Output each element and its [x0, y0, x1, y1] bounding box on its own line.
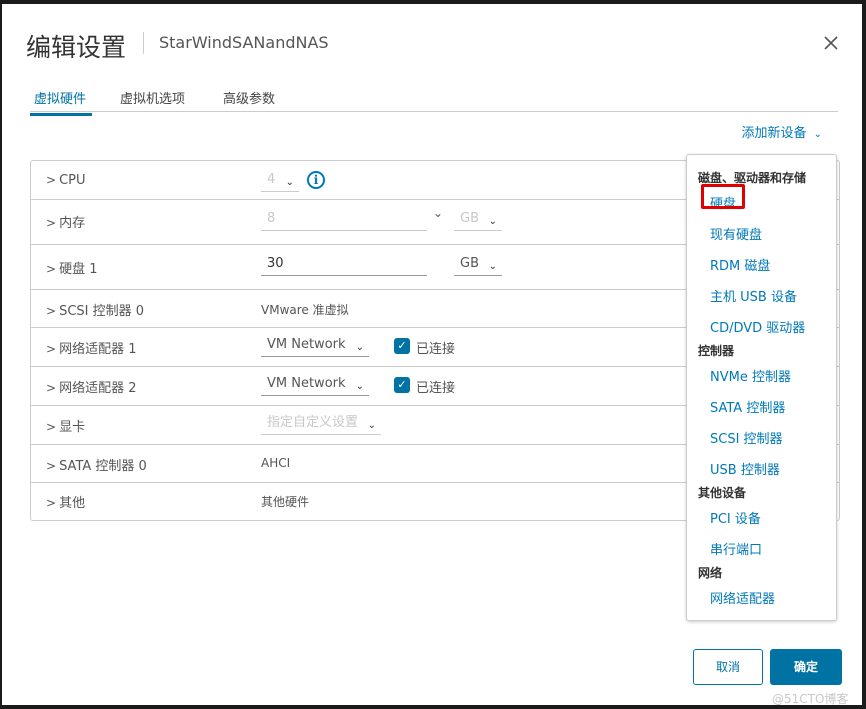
add-device-dropdown-menu: 磁盘、驱动器和存储 硬盘 现有硬盘 RDM 磁盘 主机 USB 设备 CD/DV… [686, 154, 837, 621]
row-label-memory: 内存 [59, 216, 86, 231]
tab-vm-options[interactable]: 虚拟机选项 [120, 88, 185, 113]
memory-unit-select[interactable]: GB ⌄ [454, 209, 502, 231]
add-new-device-label: 添加新设备 [741, 126, 807, 141]
row-label-other: 其他 [59, 496, 86, 511]
chevron-down-icon: ⌄ [355, 342, 364, 353]
row-expander[interactable]: > 其他 [46, 492, 85, 511]
other-hardware-value: 其他硬件 [261, 495, 310, 509]
menu-item-existing-hard-disk[interactable]: 现有硬盘 [710, 224, 762, 243]
disk-size-input[interactable]: 30 [261, 254, 427, 276]
row-expander[interactable]: > 网络适配器 2 [46, 377, 136, 396]
edit-settings-dialog: 编辑设置 StarWindSANandNAS 虚拟硬件 虚拟机选项 高级参数 添… [2, 4, 862, 706]
chevron-right-icon: > [46, 342, 57, 356]
tab-virtual-hardware[interactable]: 虚拟硬件 [30, 88, 92, 116]
watermark: @51CTO博客 [772, 692, 849, 706]
chevron-down-icon: ⌄ [367, 420, 376, 431]
chevron-right-icon: > [46, 216, 57, 230]
menu-item-serial-port[interactable]: 串行端口 [710, 539, 762, 558]
row-expander[interactable]: > SATA 控制器 0 [46, 455, 147, 474]
row-label-video: 显卡 [59, 420, 86, 435]
menu-item-usb-controller[interactable]: USB 控制器 [710, 459, 780, 478]
chevron-right-icon: > [46, 381, 57, 395]
menu-group-header: 其他设备 [698, 486, 747, 500]
check-icon: ✓ [397, 378, 407, 391]
chevron-down-icon: ⌄ [488, 261, 497, 272]
chevron-right-icon: > [46, 496, 57, 510]
nic1-connected-checkbox[interactable]: ✓ [394, 338, 410, 354]
nic2-network-select[interactable]: VM Network ⌄ [261, 374, 369, 396]
menu-item-nvme-controller[interactable]: NVMe 控制器 [710, 366, 791, 385]
tab-advanced-parameters[interactable]: 高级参数 [223, 88, 275, 113]
disk-size-value: 30 [267, 256, 284, 271]
cpu-count-select[interactable]: 4 ⌄ [261, 170, 299, 192]
disk-unit-select[interactable]: GB ⌄ [454, 254, 502, 276]
nic2-connected-checkbox[interactable]: ✓ [394, 377, 410, 393]
row-expander[interactable]: > 内存 [46, 212, 85, 231]
row-label-nic1: 网络适配器 1 [59, 342, 137, 357]
menu-item-cd-dvd-drive[interactable]: CD/DVD 驱动器 [710, 317, 805, 336]
video-card-select[interactable]: 指定自定义设置 ⌄ [261, 413, 381, 435]
menu-item-rdm-disk[interactable]: RDM 磁盘 [710, 255, 770, 274]
row-expander[interactable]: > 硬盘 1 [46, 258, 97, 277]
disk-unit-value: GB [460, 256, 479, 271]
chevron-down-icon: ⌄ [813, 129, 822, 140]
chevron-down-icon: ⌄ [488, 216, 497, 227]
nic1-connected-label: 已连接 [416, 342, 456, 357]
menu-group-header: 网络 [698, 566, 723, 580]
info-icon[interactable]: i [307, 171, 325, 189]
title-divider [143, 32, 144, 54]
menu-item-host-usb-device[interactable]: 主机 USB 设备 [710, 286, 797, 305]
nic2-network-value: VM Network [267, 376, 346, 391]
chevron-right-icon: > [46, 262, 57, 276]
menu-item-network-adapter[interactable]: 网络适配器 [710, 588, 775, 607]
nic2-connected-label: 已连接 [416, 381, 456, 396]
row-expander[interactable]: > SCSI 控制器 0 [46, 300, 144, 319]
sata-controller-type: AHCI [261, 456, 291, 470]
chevron-right-icon: > [46, 173, 57, 187]
cpu-count-value: 4 [267, 172, 276, 187]
cancel-button[interactable]: 取消 [693, 649, 763, 685]
ok-button[interactable]: 确定 [770, 649, 842, 685]
add-new-device-button[interactable]: 添加新设备 ⌄ [741, 122, 822, 141]
check-icon: ✓ [397, 339, 407, 352]
dialog-title: 编辑设置 [26, 33, 127, 62]
nic1-network-value: VM Network [267, 337, 346, 352]
menu-item-pci-device[interactable]: PCI 设备 [710, 508, 761, 527]
menu-item-scsi-controller[interactable]: SCSI 控制器 [710, 428, 783, 447]
chevron-down-icon: ⌄ [355, 381, 364, 392]
menu-item-sata-controller[interactable]: SATA 控制器 [710, 397, 785, 416]
row-label-disk1: 硬盘 1 [59, 262, 98, 277]
chevron-right-icon: > [46, 420, 57, 434]
close-button[interactable] [822, 34, 840, 52]
vm-name: StarWindSANandNAS [159, 33, 329, 52]
row-label-cpu: CPU [59, 173, 86, 188]
chevron-down-icon: ⌄ [285, 177, 294, 188]
row-label-sata0: SATA 控制器 0 [59, 459, 147, 474]
row-label-nic2: 网络适配器 2 [59, 381, 137, 396]
chevron-right-icon: > [46, 459, 57, 473]
chevron-down-icon[interactable]: ⌄ [433, 206, 443, 220]
highlight-annotation [701, 184, 745, 209]
video-card-value: 指定自定义设置 [267, 415, 359, 430]
tab-bar: 虚拟硬件 虚拟机选项 高级参数 [30, 86, 838, 116]
row-label-scsi0: SCSI 控制器 0 [59, 304, 145, 319]
memory-size-value: 8 [267, 211, 276, 226]
row-expander[interactable]: > CPU [46, 173, 86, 188]
chevron-right-icon: > [46, 304, 57, 318]
row-expander[interactable]: > 网络适配器 1 [46, 338, 136, 357]
nic1-network-select[interactable]: VM Network ⌄ [261, 335, 369, 357]
memory-unit-value: GB [460, 211, 479, 226]
row-expander[interactable]: > 显卡 [46, 416, 85, 435]
scsi-controller-type: VMware 准虚拟 [261, 303, 349, 317]
close-icon [824, 36, 838, 50]
memory-size-input[interactable]: 8 [261, 209, 427, 231]
menu-group-header: 控制器 [698, 344, 735, 358]
